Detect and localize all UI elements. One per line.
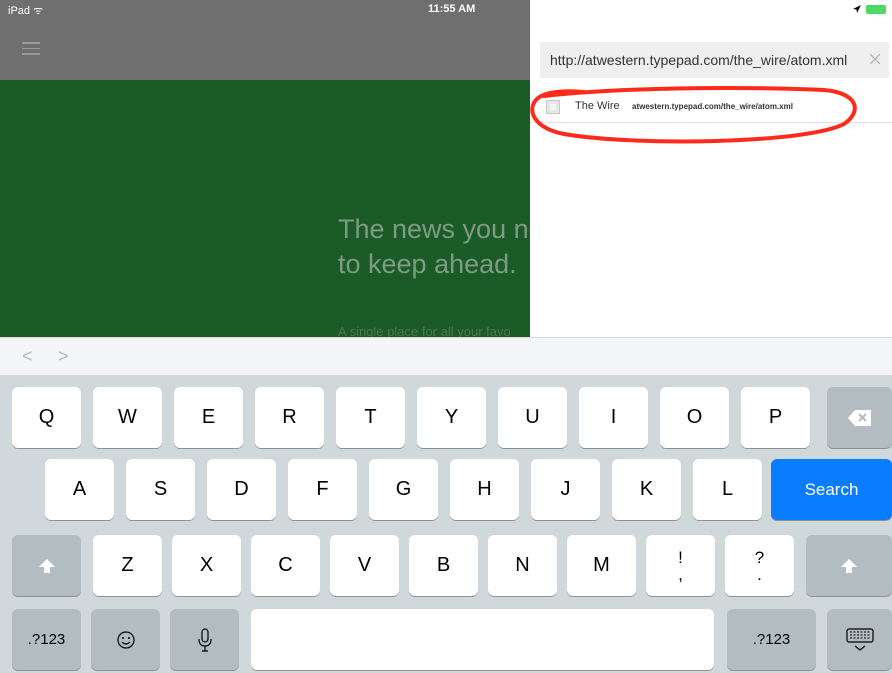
- key-j[interactable]: J: [531, 459, 600, 520]
- key-p[interactable]: P: [741, 387, 810, 448]
- result-checkbox[interactable]: [546, 100, 560, 114]
- next-field-button[interactable]: >: [58, 346, 69, 367]
- dictation-key[interactable]: [170, 609, 239, 670]
- shift-key-left[interactable]: [12, 535, 81, 596]
- key-punct-top: !: [678, 547, 683, 567]
- key-punct-bottom: .: [757, 564, 762, 584]
- key-h[interactable]: H: [450, 459, 519, 520]
- shift-key-right[interactable]: [806, 535, 892, 596]
- key-x[interactable]: X: [172, 535, 241, 596]
- hero-headline-line2: to keep ahead.: [338, 249, 517, 279]
- numbers-key-right[interactable]: .?123: [727, 609, 816, 670]
- key-w[interactable]: W: [93, 387, 162, 448]
- key-b[interactable]: B: [409, 535, 478, 596]
- feed-url-input[interactable]: http://atwestern.typepad.com/the_wire/at…: [540, 42, 889, 78]
- search-result-row[interactable]: The Wire atwestern.typepad.com/the_wire/…: [530, 92, 892, 123]
- space-bar[interactable]: [251, 609, 714, 670]
- hide-keyboard-key[interactable]: [827, 609, 892, 670]
- key-f[interactable]: F: [288, 459, 357, 520]
- key-k[interactable]: K: [612, 459, 681, 520]
- close-icon[interactable]: [867, 51, 883, 67]
- key-m[interactable]: M: [567, 535, 636, 596]
- app-header: [0, 20, 530, 80]
- emoji-icon: [116, 630, 135, 649]
- key-n[interactable]: N: [488, 535, 557, 596]
- key-punct-bottom: ,: [678, 564, 683, 584]
- emoji-key[interactable]: [91, 609, 160, 670]
- location-icon: [853, 5, 861, 13]
- backspace-icon: [847, 409, 871, 426]
- keyboard-dismiss-icon: [845, 627, 874, 651]
- shift-icon: [38, 558, 55, 573]
- hero-banner: The news you ne to keep ahead. A single …: [0, 80, 530, 340]
- key-i[interactable]: I: [579, 387, 648, 448]
- onscreen-keyboard: Q W E R T Y U I O P A S D F G H J K L Se…: [0, 375, 892, 673]
- keyboard-accessory-bar: < >: [0, 337, 892, 376]
- previous-field-button[interactable]: <: [22, 346, 33, 367]
- key-q[interactable]: Q: [12, 387, 81, 448]
- backspace-key[interactable]: [827, 387, 892, 448]
- hamburger-icon[interactable]: [22, 42, 40, 56]
- result-title: The Wire: [575, 100, 620, 112]
- hero-headline-line1: The news you ne: [338, 214, 530, 244]
- key-o[interactable]: O: [660, 387, 729, 448]
- key-exclamation-comma[interactable]: ! ,: [646, 535, 715, 596]
- key-punct-top: ?: [754, 547, 765, 567]
- key-z[interactable]: Z: [93, 535, 162, 596]
- numbers-key-left[interactable]: .?123: [12, 609, 81, 670]
- hero-headline: The news you ne to keep ahead.: [338, 212, 530, 282]
- key-c[interactable]: C: [251, 535, 320, 596]
- key-y[interactable]: Y: [417, 387, 486, 448]
- microphone-icon: [197, 627, 212, 652]
- status-bar: iPad ᯤ 11:55 AM: [0, 0, 892, 20]
- key-e[interactable]: E: [174, 387, 243, 448]
- key-u[interactable]: U: [498, 387, 567, 448]
- key-a[interactable]: A: [45, 459, 114, 520]
- search-key[interactable]: Search: [771, 459, 892, 520]
- status-bar-right: [530, 0, 892, 20]
- clock: 11:55 AM: [428, 3, 476, 15]
- key-l[interactable]: L: [693, 459, 762, 520]
- key-r[interactable]: R: [255, 387, 324, 448]
- key-g[interactable]: G: [369, 459, 438, 520]
- key-s[interactable]: S: [126, 459, 195, 520]
- feed-search-panel: http://atwestern.typepad.com/the_wire/at…: [530, 20, 892, 340]
- key-d[interactable]: D: [207, 459, 276, 520]
- feed-url-value[interactable]: http://atwestern.typepad.com/the_wire/at…: [550, 52, 847, 68]
- key-v[interactable]: V: [330, 535, 399, 596]
- battery-icon: [866, 5, 886, 14]
- result-url: atwestern.typepad.com/the_wire/atom.xml: [632, 102, 793, 111]
- shift-icon: [841, 558, 857, 573]
- key-question-period[interactable]: ? .: [725, 535, 794, 596]
- carrier-label: iPad ᯤ: [8, 5, 44, 17]
- key-t[interactable]: T: [336, 387, 405, 448]
